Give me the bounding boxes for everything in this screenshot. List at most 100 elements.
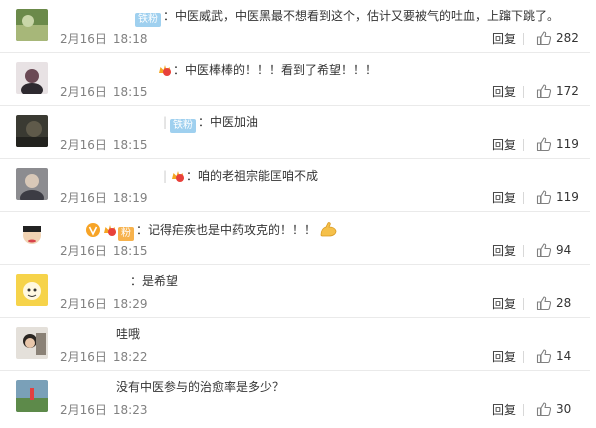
comment-time: 18:22 [112, 350, 148, 364]
avatar[interactable] [16, 168, 48, 200]
reply-button[interactable]: 回复 [492, 243, 516, 259]
like-count: 172 [556, 84, 579, 98]
comment-text: ：中医威武，中医黑最不想看到这个，估计又要被气的吐血，上蹿下跳了。 [163, 9, 560, 23]
comment-text: 哇哦 [116, 327, 141, 341]
comment-date: 2月16日 [60, 85, 107, 99]
like-thumb-icon [536, 349, 552, 364]
like-button[interactable]: 94 [536, 240, 571, 260]
comment-time: 18:15 [112, 244, 148, 258]
comment-time: 18:15 [112, 85, 148, 99]
like-button[interactable]: 14 [536, 346, 571, 366]
comment-text-line: | ：咱的老祖宗能匡咱不成 [163, 169, 319, 183]
like-thumb-icon [536, 31, 552, 46]
comment-text: ：中医加油 [198, 115, 259, 129]
comment-row: ：中医棒棒的！！！看到了希望！！！ 2月16日 18:15 回复 172 [0, 53, 590, 106]
reply-button[interactable]: 回复 [492, 349, 516, 365]
avatar[interactable] [16, 221, 48, 253]
comment-text: ：中医棒棒的！！！看到了希望！！！ [173, 63, 378, 77]
comment-row: | 铁粉 ：中医加油 2月16日 18:15 回复 119 [0, 106, 590, 159]
like-thumb-icon [536, 296, 552, 311]
reply-button[interactable]: 回复 [492, 296, 516, 312]
comment-text-line: | 铁粉 ：中医加油 [163, 115, 259, 133]
like-button[interactable]: 172 [536, 81, 579, 101]
crown-icon [102, 221, 118, 237]
divider [523, 33, 524, 45]
fan-badge: 铁粉 [135, 13, 161, 27]
avatar[interactable] [16, 9, 48, 41]
like-count: 14 [556, 349, 572, 363]
comment-text-line: ：是希望 [130, 273, 178, 289]
comment-meta: 2月16日 18:23 [60, 402, 148, 418]
reply-button[interactable]: 回复 [492, 31, 516, 47]
reply-button[interactable]: 回复 [492, 190, 516, 206]
reply-button[interactable]: 回复 [492, 402, 516, 418]
comment-text-line: 铁粉 ：中医威武，中医黑最不想看到这个，估计又要被气的吐血，上蹿下跳了。 [135, 8, 559, 27]
like-count: 119 [556, 137, 579, 151]
comment-row: ：是希望 2月16日 18:29 回复 28 [0, 265, 590, 318]
divider [523, 351, 524, 363]
comment-date: 2月16日 [60, 138, 107, 152]
comment-date: 2月16日 [60, 297, 107, 311]
divider [523, 139, 524, 151]
comment-text-line: 粉：记得疟疾也是中药攻克的！！！ [86, 220, 339, 242]
comment-text-line: 哇哦 [116, 326, 140, 342]
comment-row: | ：咱的老祖宗能匡咱不成 2月16日 18:19 回复 119 [0, 159, 590, 212]
fan-badge: 铁粉 [170, 119, 197, 133]
avatar[interactable] [16, 274, 48, 306]
like-thumb-icon [536, 243, 552, 258]
comment-meta: 2月16日 18:15 [60, 137, 148, 153]
comment-text-line: ：中医棒棒的！！！看到了希望！！！ [157, 61, 377, 78]
avatar[interactable] [16, 380, 48, 412]
like-thumb-icon [536, 402, 552, 417]
comment-date: 2月16日 [60, 191, 107, 205]
crown-icon [157, 61, 173, 77]
comment-time: 18:18 [112, 32, 148, 46]
like-button[interactable]: 30 [536, 399, 571, 419]
vip-v-icon [86, 223, 100, 237]
comment-meta: 2月16日 18:15 [60, 84, 148, 100]
like-button[interactable]: 28 [536, 293, 571, 313]
comment-row: 粉：记得疟疾也是中药攻克的！！！ 2月16日 18:15 回复 94 [0, 212, 590, 265]
fan-badge: 粉 [118, 227, 134, 241]
comment-date: 2月16日 [60, 350, 107, 364]
like-button[interactable]: 282 [536, 28, 579, 48]
comment-meta: 2月16日 18:22 [60, 349, 148, 365]
flexed-arm-emoji [319, 220, 339, 242]
comment-text: ：是希望 [130, 274, 179, 288]
reply-button[interactable]: 回复 [492, 84, 516, 100]
comment-meta: 2月16日 18:29 [60, 296, 148, 312]
like-thumb-icon [536, 190, 552, 205]
like-count: 119 [556, 190, 579, 204]
divider [523, 245, 524, 257]
avatar[interactable] [16, 327, 48, 359]
like-count: 30 [556, 402, 572, 416]
avatar[interactable] [16, 115, 48, 147]
comment-time: 18:23 [112, 403, 148, 417]
divider [523, 192, 524, 204]
divider [523, 86, 524, 98]
comment-meta: 2月16日 18:18 [60, 31, 148, 47]
comment-time: 18:29 [112, 297, 148, 311]
comment-list: 铁粉 ：中医威武，中医黑最不想看到这个，估计又要被气的吐血，上蹿下跳了。 2月16… [0, 0, 596, 428]
avatar[interactable] [16, 62, 48, 94]
like-count: 28 [556, 296, 572, 310]
divider [523, 298, 524, 310]
comment-text-line: 没有中医参与的治愈率是多少？ [116, 379, 284, 395]
comment-meta: 2月16日 18:19 [60, 190, 148, 206]
like-button[interactable]: 119 [536, 187, 579, 207]
like-count: 94 [556, 243, 572, 257]
comment-meta: 2月16日 18:15 [60, 243, 148, 259]
comment-date: 2月16日 [60, 403, 107, 417]
comment-time: 18:15 [112, 138, 148, 152]
comment-date: 2月16日 [60, 32, 107, 46]
like-thumb-icon [536, 84, 552, 99]
comment-text: ：记得疟疾也是中药攻克的！！！ [136, 223, 317, 237]
reply-button[interactable]: 回复 [492, 137, 516, 153]
comment-row: 没有中医参与的治愈率是多少？ 2月16日 18:23 回复 30 [0, 371, 590, 424]
like-count: 282 [556, 31, 579, 45]
like-thumb-icon [536, 137, 552, 152]
comment-date: 2月16日 [60, 244, 107, 258]
like-button[interactable]: 119 [536, 134, 579, 154]
comment-row: 铁粉 ：中医威武，中医黑最不想看到这个，估计又要被气的吐血，上蹿下跳了。 2月16… [0, 0, 590, 53]
comment-row: 哇哦 2月16日 18:22 回复 14 [0, 318, 590, 371]
